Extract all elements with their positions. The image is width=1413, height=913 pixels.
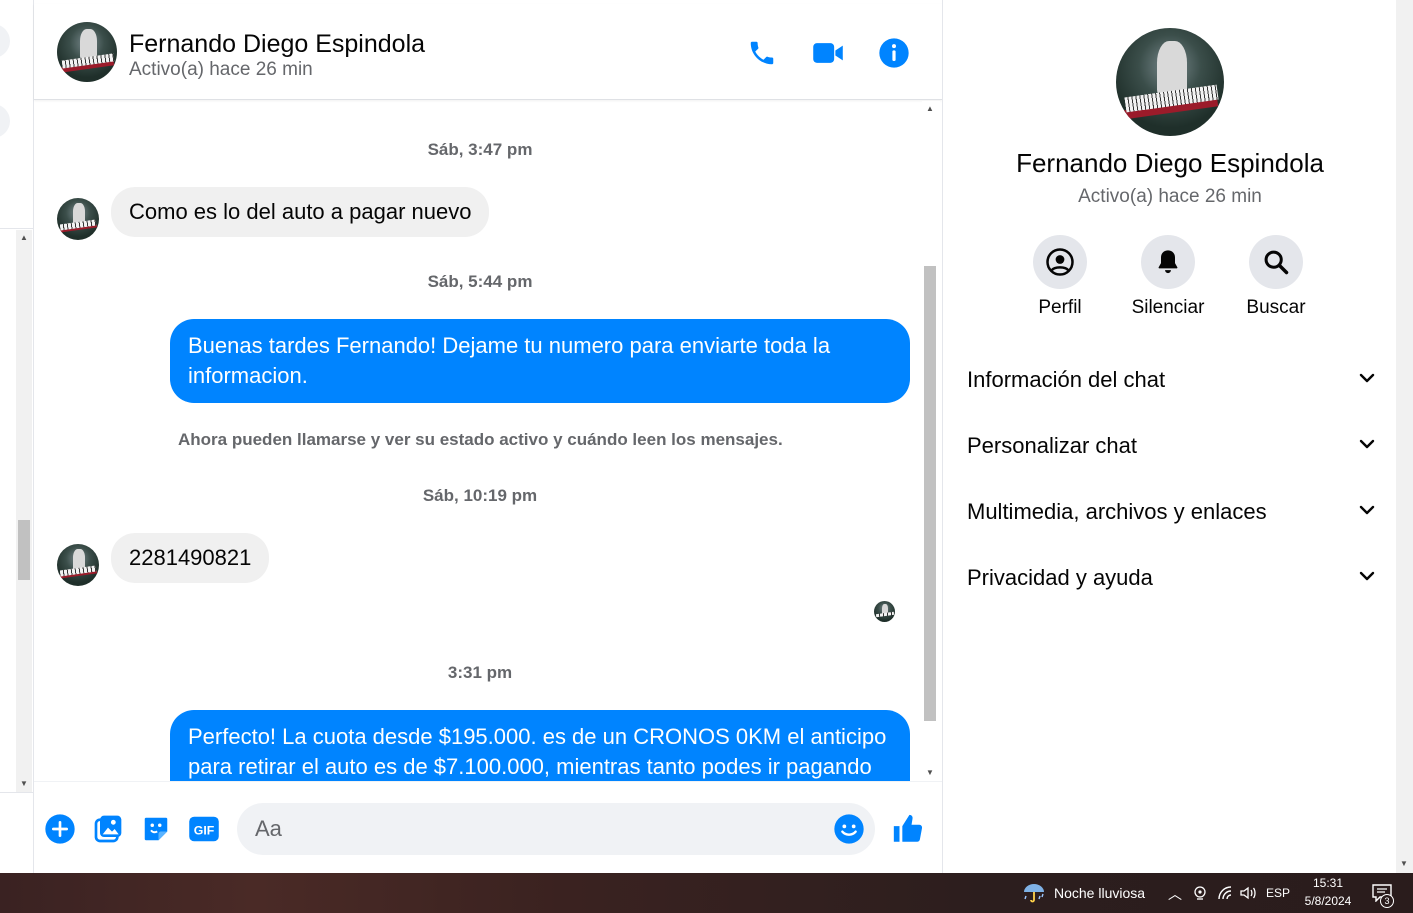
- timestamp: Sáb, 5:44 pm: [427, 272, 533, 291]
- timestamp: 3:31 pm: [447, 663, 513, 682]
- info-contact-status: Activo(a) hace 26 min: [1078, 186, 1262, 207]
- screen: ▲ ▼ Fernando Diego Espindola Activo(a) h…: [0, 0, 1413, 913]
- divider: [0, 228, 34, 229]
- search-button[interactable]: Buscar: [1231, 235, 1321, 319]
- language-indicator[interactable]: ESP: [1264, 886, 1292, 900]
- outgoing-message[interactable]: Perfecto! La cuota desde $195.000. es de…: [170, 710, 910, 781]
- chat-pane: Fernando Diego Espindola Activo(a) hace …: [34, 0, 942, 873]
- list-avatar[interactable]: [0, 24, 10, 58]
- svg-text:GIF: GIF: [194, 824, 215, 838]
- search-icon[interactable]: [1249, 235, 1303, 289]
- avatar[interactable]: [57, 198, 99, 240]
- clock-date[interactable]: 5/8/2024: [1298, 894, 1358, 908]
- gif-icon[interactable]: GIF: [187, 812, 221, 846]
- section-chat-info[interactable]: Información del chat: [967, 360, 1377, 400]
- chevron-down-icon[interactable]: [1357, 368, 1377, 393]
- contact-status: Activo(a) hace 26 min: [129, 59, 313, 80]
- section-label: Multimedia, archivos y enlaces: [967, 499, 1267, 524]
- composer: GIF: [34, 781, 942, 873]
- scroll-down-arrow-icon[interactable]: ▼: [20, 780, 28, 788]
- weather-label[interactable]: Noche lluviosa: [1054, 885, 1145, 901]
- mute-button[interactable]: Silenciar: [1123, 235, 1213, 319]
- read-receipt-avatar: [874, 601, 895, 622]
- volume-icon[interactable]: [1239, 885, 1257, 906]
- sticker-icon[interactable]: [139, 812, 173, 846]
- message-input[interactable]: [255, 813, 815, 845]
- section-label: Privacidad y ayuda: [967, 565, 1153, 590]
- image-icon[interactable]: [91, 812, 125, 846]
- plus-icon[interactable]: [43, 812, 77, 846]
- outgoing-message[interactable]: Buenas tardes Fernando! Dejame tu numero…: [170, 319, 910, 403]
- bell-icon[interactable]: [1141, 235, 1195, 289]
- section-privacy-help[interactable]: Privacidad y ayuda: [967, 558, 1377, 598]
- notification-count-badge: 3: [1380, 894, 1394, 908]
- camera-icon[interactable]: [1193, 885, 1207, 906]
- chat-scrollbar[interactable]: ▲ ▼: [922, 101, 940, 781]
- info-icon[interactable]: [877, 36, 911, 70]
- system-notice: Ahora pueden llamarse y ver su estado ac…: [178, 430, 783, 449]
- scrollbar-thumb[interactable]: [18, 520, 30, 580]
- scrollbar-thumb[interactable]: [924, 266, 936, 721]
- list-avatar[interactable]: [0, 104, 10, 138]
- weather-icon[interactable]: [1022, 882, 1046, 904]
- like-icon[interactable]: [891, 812, 925, 846]
- info-contact-name: Fernando Diego Espindola: [1016, 148, 1324, 178]
- scroll-down-arrow-icon[interactable]: ▼: [926, 769, 934, 777]
- section-label: Personalizar chat: [967, 433, 1137, 458]
- section-label: Información del chat: [967, 367, 1166, 392]
- action-label: Perfil: [1038, 297, 1082, 318]
- message-input-box[interactable]: [237, 803, 875, 855]
- contact-name[interactable]: Fernando Diego Espindola: [129, 30, 425, 59]
- profile-button[interactable]: Perfil: [1015, 235, 1105, 319]
- chevron-down-icon[interactable]: [1357, 434, 1377, 459]
- avatar[interactable]: [1116, 28, 1224, 136]
- wifi-icon[interactable]: [1217, 885, 1233, 906]
- incoming-message[interactable]: Como es lo del auto a pagar nuevo: [111, 187, 490, 237]
- timestamp: Sáb, 10:19 pm: [422, 486, 538, 505]
- scroll-up-arrow-icon[interactable]: ▲: [926, 105, 934, 113]
- action-label: Silenciar: [1131, 297, 1205, 318]
- conversation-list-edge: ▲ ▼: [0, 0, 34, 873]
- section-media-files-links[interactable]: Multimedia, archivos y enlaces: [967, 492, 1377, 532]
- scroll-down-arrow-icon[interactable]: ▼: [1400, 860, 1408, 868]
- divider: [0, 792, 34, 793]
- video-icon[interactable]: [811, 36, 845, 70]
- avatar[interactable]: [57, 22, 117, 82]
- list-scrollbar[interactable]: ▲ ▼: [16, 230, 32, 792]
- window-scrollbar[interactable]: ▼: [1396, 0, 1413, 873]
- taskbar: Noche lluviosa ︿ ESP 15:31 5/8/2024 3: [0, 873, 1413, 913]
- clock-time[interactable]: 15:31: [1298, 876, 1358, 890]
- info-pane: Fernando Diego Espindola Activo(a) hace …: [942, 0, 1396, 873]
- scroll-up-arrow-icon[interactable]: ▲: [20, 234, 28, 242]
- avatar[interactable]: [57, 544, 99, 586]
- chevron-down-icon[interactable]: [1357, 500, 1377, 525]
- phone-icon[interactable]: [745, 36, 779, 70]
- profile-icon[interactable]: [1033, 235, 1087, 289]
- message-list: Sáb, 3:47 pm Como es lo del auto a pagar…: [34, 101, 926, 781]
- emoji-icon[interactable]: [833, 813, 865, 845]
- chevron-down-icon[interactable]: [1357, 566, 1377, 591]
- incoming-message[interactable]: 2281490821: [111, 533, 270, 583]
- section-customize-chat[interactable]: Personalizar chat: [967, 426, 1377, 466]
- action-label: Buscar: [1246, 297, 1306, 318]
- timestamp: Sáb, 3:47 pm: [427, 140, 533, 159]
- chat-header: Fernando Diego Espindola Activo(a) hace …: [34, 4, 942, 100]
- chevron-up-icon[interactable]: ︿: [1168, 884, 1182, 904]
